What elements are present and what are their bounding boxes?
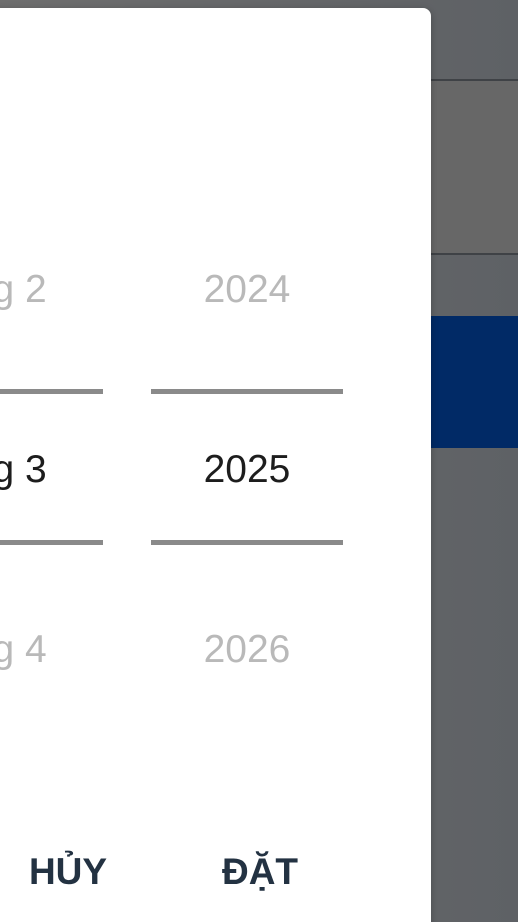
set-button[interactable]: ĐẶT: [200, 844, 320, 900]
month-option-selected[interactable]: thg 3: [0, 440, 103, 500]
date-picker-dialog: thg 2 thg 3 thg 4 2024 2025 2026 HỦY ĐẶT: [0, 8, 431, 922]
month-picker[interactable]: thg 2 thg 3 thg 4: [0, 8, 103, 768]
month-selection-divider-bottom: [0, 540, 103, 545]
cancel-button[interactable]: HỦY: [8, 844, 128, 900]
month-selection-divider-top: [0, 389, 103, 394]
screen: thg 2 thg 3 thg 4 2024 2025 2026 HỦY ĐẶT: [0, 0, 518, 922]
year-selection-divider-bottom: [151, 540, 343, 545]
year-selection-divider-top: [151, 389, 343, 394]
year-option-next[interactable]: 2026: [151, 620, 343, 680]
year-picker[interactable]: 2024 2025 2026: [151, 8, 343, 768]
month-option-next[interactable]: thg 4: [0, 620, 103, 680]
month-option-prev[interactable]: thg 2: [0, 260, 103, 320]
year-option-selected[interactable]: 2025: [151, 440, 343, 500]
year-option-prev[interactable]: 2024: [151, 260, 343, 320]
